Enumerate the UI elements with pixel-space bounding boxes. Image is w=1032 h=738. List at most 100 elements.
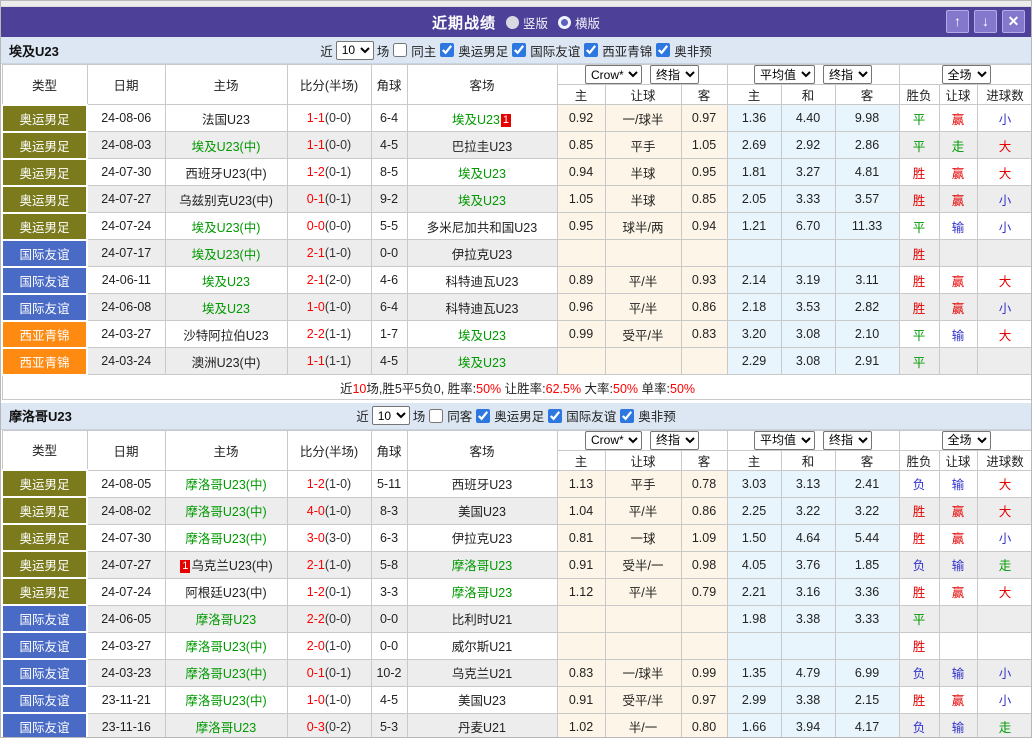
league-checkbox[interactable]	[548, 408, 563, 423]
games-label: 场	[376, 44, 390, 59]
away-team-name: 威尔斯U21	[451, 640, 513, 654]
layout-radio-horizontal[interactable]: 横版	[558, 13, 600, 32]
same-venue-checkbox[interactable]	[429, 408, 444, 423]
avg-home-odds: 3.20	[726, 320, 782, 348]
column-header: 类型	[1, 64, 88, 105]
score-cell: 1-1(1-1)	[286, 347, 372, 375]
fulltime-score: 1-2	[306, 584, 325, 599]
league-checkbox[interactable]	[512, 43, 527, 57]
away-team-cell: 埃及U23	[406, 185, 558, 213]
result-goals: 大	[976, 577, 1031, 606]
home-team-name: 摩洛哥U23(中)	[185, 694, 267, 708]
league-checkbox[interactable]	[476, 408, 491, 423]
match-type-cell: 奥运男足	[1, 523, 88, 552]
league-checkbox[interactable]	[440, 43, 455, 57]
average-select[interactable]: 平均值	[754, 65, 816, 84]
match-row: 国际友谊 24-07-17 埃及U23(中) 2-1(1-0) 0-0 伊拉克U23 胜	[1, 238, 1031, 268]
home-team-cell: 摩洛哥U23	[164, 712, 288, 737]
home-team-name: 摩洛哥U23	[195, 613, 257, 627]
handicap-line: 受平/半	[604, 320, 682, 348]
result-handicap: 赢	[938, 577, 978, 606]
scope-select[interactable]: 全场	[941, 431, 991, 449]
match-date: 24-07-27	[86, 185, 166, 213]
avg-draw-odds: 4.64	[780, 523, 836, 552]
layout-vertical-label: 竖版	[522, 16, 548, 31]
move-down-button[interactable]: ↓	[974, 10, 997, 33]
match-date: 24-08-06	[86, 104, 166, 132]
close-button[interactable]: ✕	[1002, 10, 1025, 33]
match-type-cell: 奥运男足	[1, 211, 88, 241]
avg-home-odds: 3.03	[726, 469, 782, 498]
score-cell: 2-1(1-0)	[286, 239, 372, 267]
average-select[interactable]: 平均值	[754, 431, 816, 449]
odds-stage-select[interactable]: 终指	[650, 431, 700, 449]
bookmaker-select[interactable]: Crow*	[585, 431, 643, 449]
away-team-cell: 摩洛哥U23	[406, 550, 558, 579]
odds-stage-select-2[interactable]: 终指	[823, 65, 873, 84]
league-checkbox[interactable]	[584, 43, 599, 57]
result-handicap	[938, 604, 978, 633]
layout-radio-vertical[interactable]: 竖版	[505, 13, 548, 32]
summary-text: 单率:	[638, 381, 671, 396]
away-team-cell: 伊拉克U23	[406, 239, 558, 267]
games-label: 场	[412, 410, 426, 424]
match-date: 23-11-16	[86, 712, 166, 737]
odds-stage-select-2[interactable]: 终指	[823, 431, 873, 449]
avg-draw-odds: 3.53	[780, 293, 836, 321]
match-date: 24-06-08	[86, 293, 166, 321]
avg-away-odds: 1.85	[834, 550, 900, 579]
match-date: 24-03-27	[86, 631, 166, 660]
scope-select[interactable]: 全场	[941, 65, 991, 84]
handicap-line: 平/半	[604, 496, 682, 525]
corner-score: 5-5	[370, 212, 408, 240]
home-team-name: 埃及U23	[202, 274, 250, 289]
corner-score: 5-3	[370, 712, 408, 737]
sub-column-header: 进球数	[976, 84, 1031, 105]
column-header: 角球	[370, 64, 408, 105]
away-team-name: 多米尼加共和国U23	[426, 220, 538, 235]
league-checkbox[interactable]	[620, 408, 635, 423]
match-date: 24-03-24	[86, 347, 166, 375]
handicap-line	[604, 239, 682, 267]
result-handicap: 输	[938, 658, 978, 687]
column-header: 客场	[406, 64, 558, 105]
bookmaker-select[interactable]: Crow*	[585, 65, 643, 84]
league-checkbox[interactable]	[656, 43, 671, 57]
average-odds-group: 平均值 终指	[726, 429, 900, 451]
handicap-line: 平/半	[604, 266, 682, 294]
match-type-cell: 国际友谊	[1, 631, 88, 660]
recent-count-select[interactable]: 10	[371, 406, 410, 425]
odds-away: 0.98	[680, 550, 728, 579]
away-team-name: 美国U23	[458, 505, 506, 519]
away-team-name: 埃及U23	[451, 112, 500, 127]
result-goals	[976, 239, 1031, 267]
result-outcome: 胜	[898, 685, 940, 714]
result-handicap: 赢	[938, 523, 978, 552]
odds-stage-select[interactable]: 终指	[650, 65, 700, 84]
odds-home: 0.99	[556, 320, 606, 348]
handicap-line	[604, 604, 682, 633]
home-team-cell: 1 乌克兰U23(中)	[164, 550, 288, 579]
recent-count-select[interactable]: 10	[335, 40, 374, 60]
fulltime-score: 0-3	[306, 719, 325, 734]
odds-home	[556, 347, 606, 375]
handicap-line: 半/一	[604, 712, 682, 737]
same-venue-checkbox[interactable]	[393, 43, 408, 57]
odds-home: 0.96	[556, 293, 606, 321]
league-label: 奥非预	[638, 410, 676, 424]
match-row: 国际友谊 24-06-08 埃及U23 1-0(1-0) 6-4 科特迪瓦U23 0.96 平…	[1, 292, 1031, 322]
halftime-score: (1-0)	[324, 246, 352, 260]
handicap-line: 一/球半	[604, 658, 682, 687]
match-type-cell: 奥运男足	[1, 130, 88, 160]
match-row: 国际友谊 23-11-21 摩洛哥U23(中) 1-0(1-0) 4-5 美国U23 0.9…	[1, 685, 1031, 714]
handicap-line: 半球	[604, 185, 682, 213]
home-team-cell: 埃及U23(中)	[164, 131, 288, 159]
score-cell: 1-1(0-0)	[286, 104, 372, 132]
home-team-name: 埃及U23	[202, 301, 250, 316]
avg-away-odds: 5.44	[834, 523, 900, 552]
corner-score: 10-2	[370, 658, 408, 687]
move-up-button[interactable]: ↑	[946, 10, 969, 33]
league-label: 奥非预	[674, 44, 712, 59]
result-goals	[976, 347, 1031, 375]
corner-score: 6-3	[370, 523, 408, 552]
